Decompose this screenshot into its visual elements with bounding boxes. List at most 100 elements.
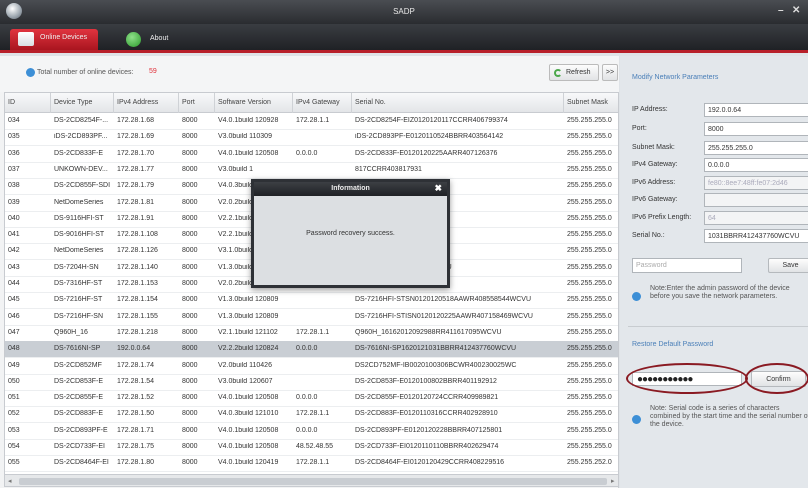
scroll-right-icon[interactable]: ▸ bbox=[611, 477, 615, 485]
ip-address-field[interactable]: 192.0.0.64 bbox=[704, 103, 808, 117]
column-header[interactable]: Subnet Mask bbox=[567, 99, 608, 106]
table-cell: Q960H_16 bbox=[54, 328, 88, 336]
table-row[interactable]: 048 DS-7616NI-SP 192.0.0.64 8000 V2.2.2build… bbox=[5, 341, 618, 359]
table-cell: 172.28.1.91 bbox=[117, 214, 154, 222]
table-cell: DS-2CD733F-EI bbox=[54, 443, 105, 450]
table-cell: DS-2CD853F-E0120100802BBRR401192912 bbox=[355, 377, 497, 385]
minimize-button[interactable]: – bbox=[778, 5, 784, 16]
table-row[interactable]: 051 DS-2CD855F-E 172.28.1.52 8000 V4.0.1buil… bbox=[5, 390, 618, 408]
table-cell: V1.3.0build 120809 bbox=[218, 296, 279, 304]
table-cell: 8000 bbox=[182, 361, 198, 369]
column-divider[interactable] bbox=[50, 93, 51, 113]
table-cell: DS-2CD8464F-EI0120120429CCRR408229516 bbox=[355, 459, 505, 467]
table-row[interactable]: 045 DS-7216HF-ST 172.28.1.154 8000 V1.3.0bui… bbox=[5, 292, 618, 310]
column-divider[interactable] bbox=[351, 93, 352, 113]
table-cell: V4.0.1build 120508 bbox=[218, 394, 279, 402]
table-row[interactable]: 053 DS-2CD893PF-E 172.28.1.71 8000 V4.0.1bui… bbox=[5, 423, 618, 440]
table-cell: 255.255.255.0 bbox=[567, 247, 612, 255]
column-divider[interactable] bbox=[292, 93, 293, 113]
modify-params-title: Modify Network Parameters bbox=[632, 74, 719, 81]
close-icon[interactable]: ✖ bbox=[434, 183, 442, 194]
column-header[interactable]: Software Version bbox=[218, 99, 271, 106]
horizontal-scrollbar[interactable]: ◂ ▸ bbox=[5, 474, 618, 486]
table-cell: DS-2CD853F-E bbox=[54, 377, 104, 385]
column-divider[interactable] bbox=[113, 93, 114, 113]
table-cell: 255.255.252.0 bbox=[567, 459, 612, 467]
table-cell: 8000 bbox=[182, 198, 198, 206]
table-cell: 8000 bbox=[182, 426, 198, 434]
table-cell: 172.28.1.140 bbox=[117, 263, 158, 271]
save-button[interactable]: Save bbox=[768, 258, 808, 273]
table-cell: V4.0.1build 120508 bbox=[218, 426, 279, 434]
subnet-mask-field[interactable]: 255.255.255.0 bbox=[704, 141, 808, 155]
table-cell: 8000 bbox=[182, 165, 198, 173]
table-cell: 053 bbox=[8, 426, 20, 434]
expand-button[interactable]: >> bbox=[602, 64, 618, 81]
column-header[interactable]: Port bbox=[182, 99, 195, 106]
close-window-button[interactable]: ✕ bbox=[792, 5, 800, 16]
table-cell: 0.0.0.0 bbox=[296, 345, 318, 353]
column-divider[interactable] bbox=[563, 93, 564, 113]
table-cell: 172.28.1.77 bbox=[117, 165, 154, 173]
monitor-icon bbox=[18, 32, 34, 46]
table-row[interactable]: 036 DS-2CD833F-E 172.28.1.70 8000 V4.0.1buil… bbox=[5, 146, 618, 163]
table-cell: 8000 bbox=[182, 263, 198, 271]
column-header[interactable]: Serial No. bbox=[355, 99, 386, 106]
column-header[interactable]: Device Type bbox=[54, 99, 92, 106]
table-cell: 8000 bbox=[182, 345, 198, 353]
table-row[interactable]: 046 DS-7216HF-SN 172.28.1.155 8000 V1.3.0bui… bbox=[5, 309, 618, 326]
table-cell: 8000 bbox=[182, 231, 198, 239]
column-divider[interactable] bbox=[214, 93, 215, 113]
refresh-button[interactable]: Refresh bbox=[549, 64, 599, 81]
dialog-title: Information bbox=[331, 185, 370, 192]
ipv6-address-field: fe80::8ee7:48ff:fe07:2d46 bbox=[704, 176, 808, 190]
column-header[interactable]: IPv4 Address bbox=[117, 99, 158, 106]
tab-about[interactable]: About bbox=[120, 30, 190, 50]
table-cell: 172.28.1.75 bbox=[117, 443, 154, 450]
table-cell: 8000 bbox=[182, 459, 198, 467]
serial-no-label: Serial No.: bbox=[632, 232, 665, 239]
table-cell: iDS-2CD893PF-E0120110524BBRR403564142 bbox=[355, 133, 504, 141]
table-cell: 255.255.255.0 bbox=[567, 410, 612, 418]
tab-online-devices[interactable]: Online Devices bbox=[10, 29, 98, 50]
divider bbox=[628, 326, 808, 327]
table-cell: DS-2CD883F-E bbox=[54, 410, 104, 418]
table-cell: 045 bbox=[8, 296, 20, 304]
column-divider[interactable] bbox=[178, 93, 179, 113]
scroll-left-icon[interactable]: ◂ bbox=[8, 477, 12, 485]
table-cell: DS-2CD855F-SDI bbox=[54, 182, 111, 190]
table-cell: 037 bbox=[8, 165, 20, 173]
subnet-mask-label: Subnet Mask: bbox=[632, 144, 675, 151]
table-cell: 046 bbox=[8, 312, 20, 320]
scrollbar-thumb[interactable] bbox=[19, 478, 607, 485]
table-cell: 172.28.1.126 bbox=[117, 247, 158, 255]
table-row[interactable]: 050 DS-2CD853F-E 172.28.1.54 8000 V3.0build … bbox=[5, 374, 618, 391]
table-cell: 039 bbox=[8, 198, 20, 206]
table-row[interactable]: 035 iDS-2CD893PF... 172.28.1.69 8000 V3.0bui… bbox=[5, 129, 618, 147]
list-toolbar: Total number of online devices: 59 Refre… bbox=[0, 56, 619, 92]
table-cell: 255.255.255.0 bbox=[567, 182, 612, 190]
table-cell: 8000 bbox=[182, 214, 198, 222]
ipv4-gateway-field[interactable]: 0.0.0.0 bbox=[704, 158, 808, 172]
table-row[interactable]: 034 DS-2CD8254F-... 172.28.1.68 8000 V4.0.1b… bbox=[5, 113, 618, 130]
table-row[interactable]: 037 UNKOWN-DEV... 172.28.1.77 8000 V3.0build… bbox=[5, 162, 618, 179]
table-cell: 172.28.1.50 bbox=[117, 410, 154, 418]
table-cell: 8000 bbox=[182, 117, 198, 124]
table-cell: NetDomeSeries bbox=[54, 198, 104, 206]
table-cell: 8000 bbox=[182, 443, 198, 450]
table-row[interactable]: 052 DS-2CD883F-E 172.28.1.50 8000 V4.0.3buil… bbox=[5, 406, 618, 424]
information-dialog: Information ✖ Password recovery success. bbox=[251, 179, 450, 288]
column-header[interactable]: ID bbox=[8, 99, 15, 106]
tab-bar: Online Devices About bbox=[0, 24, 808, 53]
table-cell: Q960H_16162012092988RR411617095WCVU bbox=[355, 328, 502, 336]
table-row[interactable]: 049 DS-2CD852MF 172.28.1.74 8000 V2.0build 1… bbox=[5, 358, 618, 375]
table-row[interactable]: 047 Q960H_16 172.28.1.218 8000 V2.1.1build 1… bbox=[5, 325, 618, 342]
ipv6-prefix-field: 64 bbox=[704, 211, 808, 225]
table-cell: 255.255.255.0 bbox=[567, 280, 612, 287]
table-row[interactable]: 054 DS-2CD733F-EI 172.28.1.75 8000 V4.0.1bui… bbox=[5, 439, 618, 456]
table-row[interactable]: 055 DS-2CD8464F-EI 172.28.1.80 8000 V4.0.1bu… bbox=[5, 455, 618, 473]
password-input[interactable]: Password bbox=[632, 258, 742, 273]
table-cell: 8000 bbox=[182, 133, 198, 141]
column-header[interactable]: IPv4 Gateway bbox=[296, 99, 340, 106]
port-field[interactable]: 8000 bbox=[704, 122, 808, 136]
